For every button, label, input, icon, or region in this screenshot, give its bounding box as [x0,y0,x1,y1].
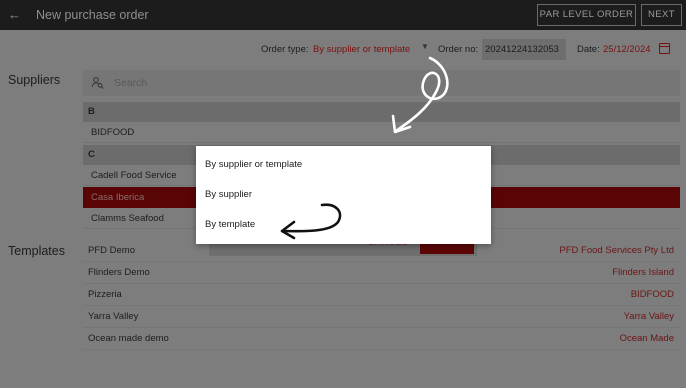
order-type-select[interactable]: By supplier or template [313,44,410,55]
template-row[interactable]: Pizzeria BIDFOOD [83,284,680,306]
search-placeholder: Search [114,77,148,89]
template-supplier: PFD Food Services Pty Ltd [559,245,674,256]
template-supplier: Flinders Island [612,267,674,278]
order-no-label: Order no: [438,44,479,55]
search-input[interactable]: Search [83,70,680,96]
template-row[interactable]: Flinders Demo Flinders Island [83,262,680,284]
back-arrow-icon[interactable]: ← [8,7,22,23]
menu-option-by-template[interactable]: By template [196,210,491,240]
templates-heading: Templates [8,244,65,258]
template-name: Yarra Valley [88,311,139,322]
calendar-icon[interactable] [659,43,670,54]
menu-option-by-supplier[interactable]: By supplier [196,180,491,210]
date-value[interactable]: 25/12/2024 [603,44,651,55]
order-type-menu: By supplier or template By supplier By t… [196,146,491,244]
search-people-icon [91,77,104,89]
chevron-down-icon[interactable]: ▼ [421,42,429,51]
next-button[interactable]: NEXT [641,4,682,26]
page-title: New purchase order [36,8,149,22]
template-name: Pizzeria [88,289,122,300]
template-supplier: Yarra Valley [623,311,674,322]
template-row[interactable]: Yarra Valley Yarra Valley [83,306,680,328]
menu-option-by-supplier-or-template[interactable]: By supplier or template [196,150,491,180]
group-header-b: B [83,102,680,122]
supplier-row-bidfood[interactable]: BIDFOOD [83,122,680,143]
template-name: Flinders Demo [88,267,150,278]
date-label: Date: [577,44,600,55]
template-supplier: BIDFOOD [630,289,674,300]
suppliers-heading: Suppliers [8,73,61,87]
template-supplier: Ocean Made [619,333,674,344]
template-row[interactable]: Ocean made demo Ocean Made [83,328,680,350]
template-name: PFD Demo [88,245,135,256]
order-type-label: Order type: [261,44,309,55]
top-app-bar: ← New purchase order PAR LEVEL ORDER NEX… [0,0,686,30]
template-name: Ocean made demo [88,333,169,344]
par-level-order-button[interactable]: PAR LEVEL ORDER [537,4,636,26]
order-no-field[interactable]: 20241224132053 [482,39,566,60]
